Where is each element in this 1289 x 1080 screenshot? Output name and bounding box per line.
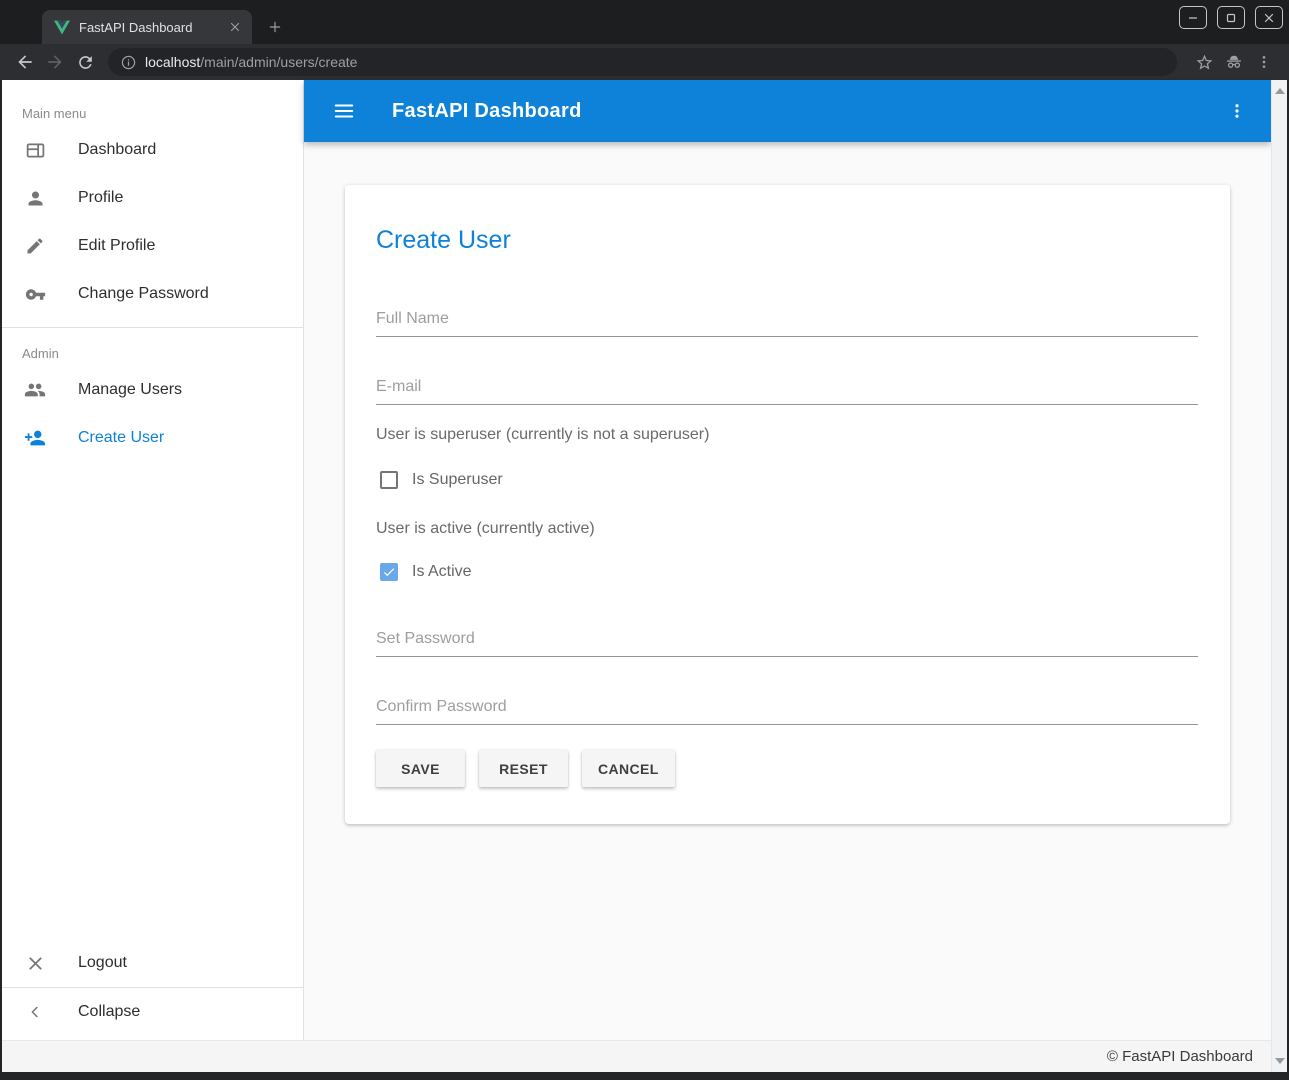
close-icon (24, 953, 46, 974)
confirm-password-field[interactable] (376, 685, 1198, 725)
hamburger-menu-icon[interactable] (320, 87, 368, 135)
cancel-button[interactable]: CANCEL (582, 750, 675, 787)
checkbox-icon (380, 563, 398, 581)
sidebar-divider (2, 327, 303, 328)
page-footer: © FastAPI Dashboard (2, 1040, 1271, 1072)
sidebar-item-change-password[interactable]: Change Password (2, 270, 303, 318)
sidebar-item-label: Create User (78, 429, 164, 447)
set-password-field[interactable] (376, 617, 1198, 657)
active-note: User is active (currently active) (376, 517, 1198, 541)
sidebar-section-admin: Admin (2, 340, 303, 366)
new-tab-icon[interactable] (262, 14, 288, 40)
person-add-icon (24, 427, 46, 449)
url-text: localhost/main/admin/users/create (145, 54, 357, 70)
tab-title: FastAPI Dashboard (79, 20, 226, 35)
sidebar-item-manage-users[interactable]: Manage Users (2, 366, 303, 414)
refresh-icon[interactable] (70, 47, 100, 77)
sidebar-item-profile[interactable]: Profile (2, 174, 303, 222)
create-user-card: Create User User is superuser (currently… (345, 185, 1230, 824)
reset-button[interactable]: RESET (479, 750, 568, 787)
bookmark-star-icon[interactable] (1189, 47, 1219, 77)
url-bar[interactable]: localhost/main/admin/users/create (108, 48, 1177, 76)
vue-favicon (54, 20, 70, 35)
browser-tab[interactable]: FastAPI Dashboard (42, 10, 252, 44)
scroll-up-icon[interactable] (1272, 84, 1288, 98)
sidebar-item-label: Change Password (78, 285, 209, 303)
copyright-text: © FastAPI Dashboard (1107, 1048, 1253, 1065)
checkbox-icon (380, 471, 398, 489)
sidebar-item-label: Profile (78, 189, 123, 207)
people-icon (24, 379, 46, 401)
tab-close-icon[interactable] (226, 18, 244, 36)
page-scrollbar[interactable] (1271, 80, 1287, 1072)
sidebar-item-create-user[interactable]: Create User (2, 414, 303, 462)
browser-toolbar: localhost/main/admin/users/create (0, 44, 1289, 80)
checkbox-label: Is Superuser (412, 471, 503, 489)
sidebar: Main menu Dashboard Profile Edit Profile… (2, 80, 304, 1040)
sidebar-item-label: Manage Users (78, 381, 182, 399)
sidebar-item-collapse[interactable]: Collapse (2, 988, 303, 1036)
sidebar-item-dashboard[interactable]: Dashboard (2, 126, 303, 174)
sidebar-item-edit-profile[interactable]: Edit Profile (2, 222, 303, 270)
sidebar-item-label: Logout (78, 954, 127, 972)
sidebar-item-label: Edit Profile (78, 237, 155, 255)
checkbox-label: Is Active (412, 563, 472, 581)
browser-menu-icon[interactable] (1249, 47, 1279, 77)
chevron-left-icon (24, 1003, 46, 1021)
forward-icon[interactable] (40, 47, 70, 77)
sidebar-item-label: Dashboard (78, 141, 156, 159)
sidebar-item-label: Collapse (78, 1003, 140, 1021)
close-window-icon[interactable] (1255, 6, 1283, 29)
save-button[interactable]: SAVE (376, 750, 465, 787)
key-icon (24, 284, 46, 305)
window-border-bottom (0, 1072, 1289, 1080)
site-info-icon[interactable] (120, 54, 137, 71)
scroll-down-icon[interactable] (1272, 1054, 1288, 1068)
main-content: Create User User is superuser (currently… (304, 142, 1271, 1040)
page-title: Create User (376, 185, 1198, 257)
appbar-kebab-menu-icon[interactable] (1213, 87, 1261, 135)
appbar-title: FastAPI Dashboard (392, 100, 582, 123)
is-superuser-checkbox[interactable]: Is Superuser (376, 469, 1198, 491)
minimize-icon[interactable] (1179, 6, 1207, 29)
app-viewport: Main menu Dashboard Profile Edit Profile… (2, 80, 1287, 1072)
browser-titlebar: FastAPI Dashboard (0, 0, 1289, 44)
window-border-left (0, 80, 2, 1072)
full-name-field[interactable] (376, 297, 1198, 337)
maximize-icon[interactable] (1217, 6, 1245, 29)
appbar: FastAPI Dashboard (304, 80, 1271, 142)
back-icon[interactable] (10, 47, 40, 77)
pencil-icon (24, 236, 46, 256)
sidebar-section-main-menu: Main menu (2, 100, 303, 126)
person-icon (24, 188, 46, 209)
superuser-note: User is superuser (currently is not a su… (376, 423, 1198, 447)
dashboard-icon (24, 140, 46, 161)
email-field[interactable] (376, 365, 1198, 405)
is-active-checkbox[interactable]: Is Active (376, 561, 1198, 583)
incognito-icon (1219, 47, 1249, 77)
sidebar-item-logout[interactable]: Logout (2, 939, 303, 987)
